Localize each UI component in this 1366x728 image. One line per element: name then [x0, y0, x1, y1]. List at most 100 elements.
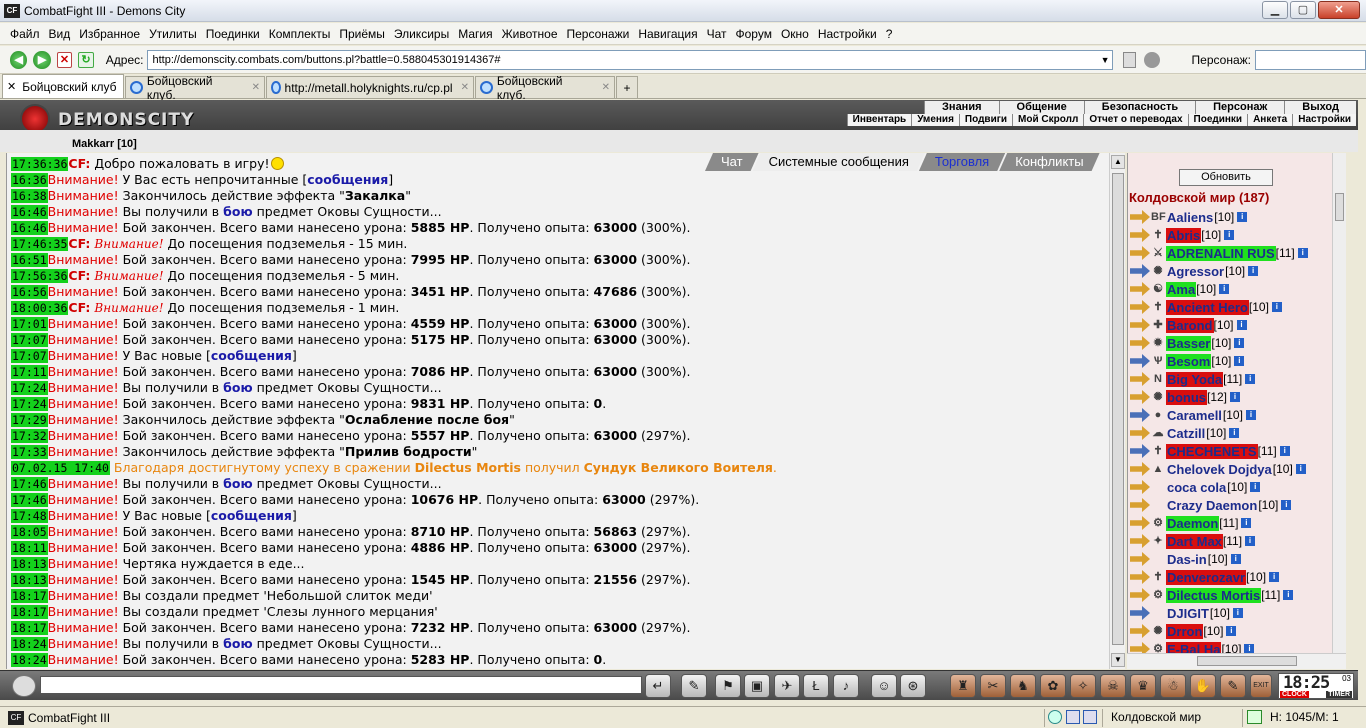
user-name[interactable]: coca cola [1166, 480, 1227, 495]
menu-item[interactable]: Приёмы [339, 27, 385, 41]
private-message-icon[interactable] [1130, 246, 1150, 260]
user-name[interactable]: bonus [1166, 389, 1207, 405]
info-icon[interactable]: i [1241, 518, 1252, 528]
info-icon[interactable]: i [1250, 482, 1261, 492]
user-name[interactable]: Catzill [1166, 426, 1206, 441]
menu-item[interactable]: Избранное [79, 27, 140, 41]
user-name[interactable]: Das-in [1166, 552, 1208, 567]
close-button[interactable]: ✕ [1318, 1, 1360, 19]
private-message-icon[interactable] [1130, 426, 1150, 440]
user-name[interactable]: Basser [1166, 335, 1212, 351]
user-name[interactable]: Denverozavr [1166, 569, 1247, 585]
info-icon[interactable]: i [1245, 410, 1256, 420]
action-button[interactable]: ✂ [980, 674, 1006, 698]
user-row[interactable]: ✺ Agressor [10] i [1130, 262, 1339, 280]
sub-nav-link[interactable]: Умения [911, 114, 959, 126]
private-message-icon[interactable] [1130, 462, 1150, 476]
action-button[interactable]: ✧ [1070, 674, 1096, 698]
action-button[interactable]: ♛ [1130, 674, 1156, 698]
action-button[interactable]: ✎ [1220, 674, 1246, 698]
sub-nav-link[interactable]: Инвентарь [846, 114, 912, 126]
info-icon[interactable]: i [1234, 338, 1245, 348]
menu-item[interactable]: Утилиты [149, 27, 197, 41]
menu-item[interactable]: Навигация [638, 27, 697, 41]
private-message-icon[interactable] [1130, 372, 1150, 386]
private-message-icon[interactable] [1130, 264, 1150, 278]
close-icon[interactable]: ✕ [461, 82, 469, 93]
info-icon[interactable]: i [1248, 266, 1259, 276]
user-name[interactable]: ADRENALIN RUS [1166, 245, 1276, 261]
toolbar-button[interactable]: ⊛ [900, 674, 926, 698]
user-name[interactable]: Chelovek Dojdya [1166, 462, 1273, 477]
close-icon[interactable]: ✕ [7, 80, 16, 93]
menu-item[interactable]: Животное [502, 27, 558, 41]
user-row[interactable]: ✹ Basser [10] i [1130, 334, 1339, 352]
menu-item[interactable]: Магия [458, 27, 492, 41]
close-icon[interactable]: ✕ [602, 82, 610, 93]
private-message-icon[interactable] [1130, 588, 1150, 602]
timer-label[interactable]: TIMER [1326, 691, 1352, 698]
user-name[interactable]: DJIGIT [1166, 606, 1210, 621]
menu-item[interactable]: Комплекты [269, 27, 331, 41]
browser-tab[interactable]: ✕ Бойцовский клуб [2, 74, 124, 98]
user-row[interactable]: ⚙ Dilectus Mortis [11] i [1130, 586, 1339, 604]
toolbar-button[interactable]: ♪ [833, 674, 859, 698]
private-message-icon[interactable] [1130, 336, 1150, 350]
private-message-icon[interactable] [1130, 498, 1150, 512]
menu-item[interactable]: Файл [10, 27, 40, 41]
action-button[interactable]: ♜ [950, 674, 976, 698]
user-row[interactable]: ✝ Ancient Hero [10] i [1130, 298, 1339, 316]
user-list-scrollbar[interactable] [1332, 153, 1346, 653]
menu-item[interactable]: Окно [781, 27, 809, 41]
user-name[interactable]: Caramell [1166, 408, 1223, 423]
info-icon[interactable]: i [1281, 500, 1292, 510]
user-name[interactable]: Ancient Hero [1166, 299, 1249, 315]
chat-input[interactable] [40, 676, 642, 694]
user-row[interactable]: coca cola [10] i [1130, 478, 1339, 496]
users-icon[interactable] [1144, 51, 1160, 68]
info-icon[interactable]: i [1237, 212, 1248, 222]
user-row[interactable]: N Big Yoda [11] i [1130, 370, 1339, 388]
action-button[interactable]: EXIT [1250, 674, 1272, 698]
toolbar-button[interactable]: ▣ [744, 674, 770, 698]
maximize-button[interactable]: ▢ [1290, 1, 1316, 19]
stop-icon[interactable]: ✕ [56, 51, 73, 68]
avatar[interactable] [12, 675, 36, 697]
chat-link[interactable]: сообщения [211, 508, 292, 523]
action-button[interactable]: ♞ [1010, 674, 1036, 698]
user-name[interactable]: Drron [1166, 623, 1204, 639]
user-row[interactable]: ● Caramell [10] i [1130, 406, 1339, 424]
top-nav-link[interactable]: Персонаж [1195, 101, 1284, 114]
info-icon[interactable]: i [1219, 284, 1230, 294]
user-row[interactable]: ✺ Drron [10] i [1130, 622, 1339, 640]
browser-tab[interactable]: Бойцовский клуб. ✕ [475, 74, 615, 102]
user-row[interactable]: ✚ Barond [10] i [1130, 316, 1339, 334]
private-message-icon[interactable] [1130, 228, 1150, 242]
persona-select[interactable] [1255, 49, 1366, 70]
sub-nav-link[interactable]: Поединки [1187, 114, 1248, 126]
scroll-thumb[interactable] [1112, 173, 1124, 645]
chat-link[interactable]: бою [223, 476, 252, 491]
info-icon[interactable]: i [1269, 572, 1280, 582]
private-message-icon[interactable] [1130, 624, 1150, 638]
address-input[interactable]: http://demonscity.combats.com/buttons.pl… [147, 49, 1113, 70]
info-icon[interactable]: i [1245, 374, 1256, 384]
refresh-icon[interactable]: ↻ [78, 51, 94, 68]
info-icon[interactable]: i [1230, 392, 1241, 402]
private-message-icon[interactable] [1130, 534, 1150, 548]
sub-nav-link[interactable]: Подвиги [958, 114, 1012, 126]
private-message-icon[interactable] [1130, 516, 1150, 530]
menu-item[interactable]: ? [886, 27, 893, 41]
info-icon[interactable]: i [1271, 302, 1282, 312]
toolbar-button[interactable]: ↵ [645, 674, 671, 698]
user-row[interactable]: ✝ Abris [10] i [1130, 226, 1339, 244]
sub-nav-link[interactable]: Анкета [1247, 114, 1292, 126]
chat-link[interactable]: бою [223, 380, 252, 395]
user-row[interactable]: ▲ Chelovek Dojdya [10] i [1130, 460, 1339, 478]
user-name[interactable]: E-Bal Ha [1166, 641, 1222, 653]
private-message-icon[interactable] [1130, 318, 1150, 332]
user-list-hscrollbar[interactable] [1127, 653, 1346, 669]
chat-tab[interactable]: Системные сообщения [753, 153, 925, 171]
info-icon[interactable]: i [1236, 320, 1247, 330]
sub-nav-link[interactable]: Настройки [1292, 114, 1356, 126]
